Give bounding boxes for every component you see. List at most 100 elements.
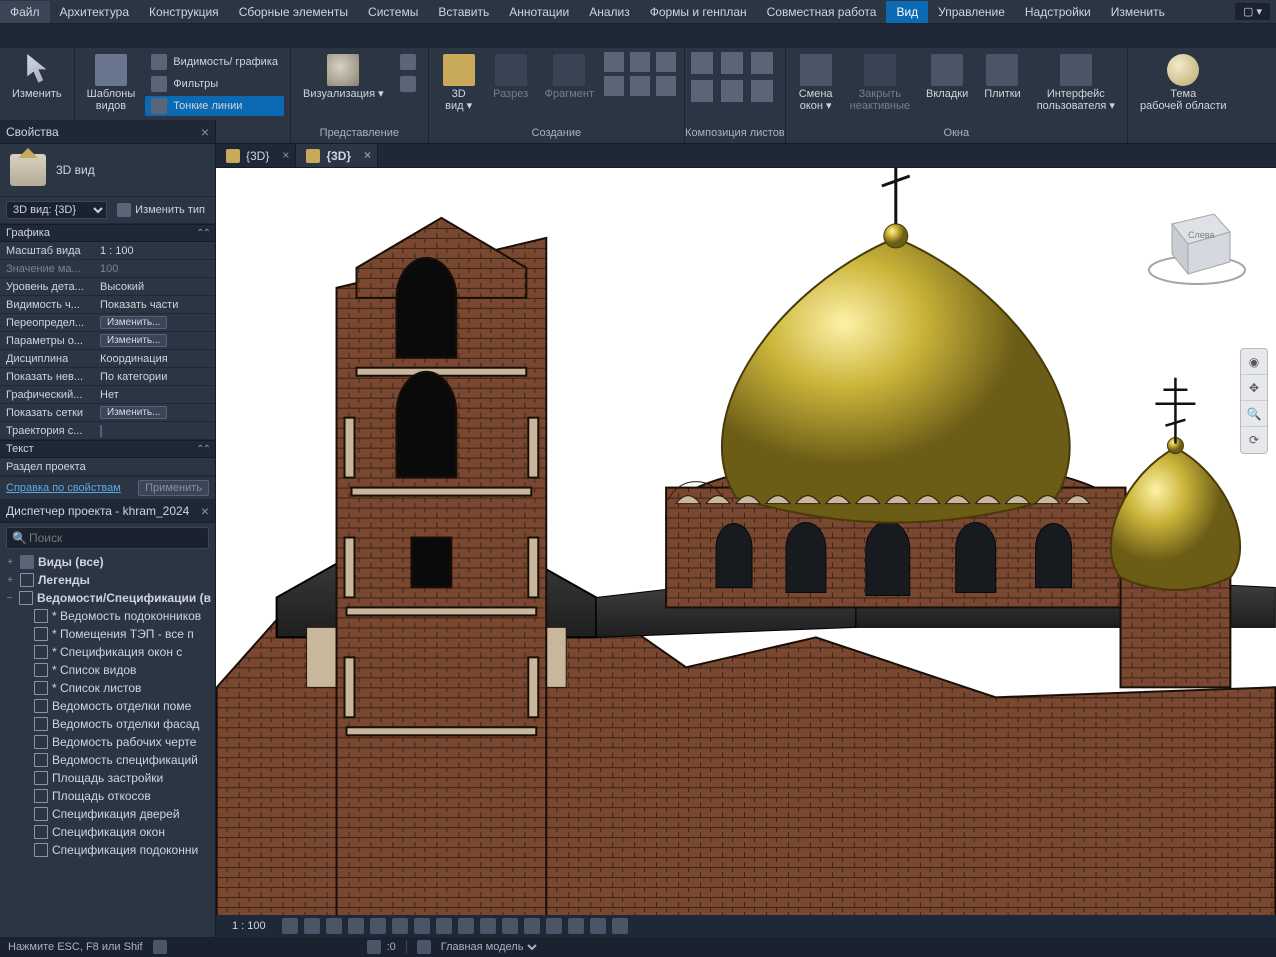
prop-row[interactable]: Видимость ч...Показать части — [0, 296, 215, 314]
prop-row[interactable]: Графический...Нет — [0, 386, 215, 404]
tree-node[interactable]: −Ведомости/Спецификации (в — [0, 589, 215, 607]
ui-button[interactable]: Интерфейс пользователя ▾ — [1031, 52, 1121, 114]
tree-node[interactable]: +Виды (все) — [0, 553, 215, 571]
main-model-select[interactable]: Главная модель — [437, 940, 540, 954]
duplicate-icon[interactable] — [630, 76, 650, 96]
full-nav-wheel-button[interactable]: ◉ — [1241, 349, 1267, 375]
orbit-button[interactable]: ⟳ — [1241, 427, 1267, 453]
close-browser-button[interactable]: × — [201, 503, 209, 519]
tile-button[interactable]: Плитки — [978, 52, 1026, 102]
viewref-icon[interactable] — [751, 80, 773, 102]
analytic-icon[interactable] — [524, 918, 540, 934]
tree-node[interactable]: * Помещения ТЭП - все п — [0, 625, 215, 643]
prop-row[interactable]: Показать нев...По категории — [0, 368, 215, 386]
render-gallery-button[interactable] — [394, 74, 422, 94]
menu-совместная работа[interactable]: Совместная работа — [757, 1, 887, 23]
close-tab-button[interactable]: × — [282, 148, 289, 162]
matchline-icon[interactable] — [721, 80, 743, 102]
view-tab[interactable]: {3D}× — [216, 144, 296, 167]
hide-icon[interactable] — [436, 918, 452, 934]
menu-формы и генплан[interactable]: Формы и генплан — [640, 1, 757, 23]
menu-вставить[interactable]: Вставить — [428, 1, 499, 23]
v1-icon[interactable] — [568, 918, 584, 934]
elevation-icon[interactable] — [630, 52, 650, 72]
sun-icon[interactable] — [326, 918, 342, 934]
3d-view-button[interactable]: 3D вид ▾ — [435, 52, 483, 114]
close-tab-button[interactable]: × — [364, 148, 371, 162]
v2-icon[interactable] — [590, 918, 606, 934]
theme-button[interactable]: Тема рабочей области — [1134, 52, 1233, 114]
tree-node[interactable]: * Спецификация окон с — [0, 643, 215, 661]
apply-button[interactable]: Применить — [138, 480, 209, 496]
tabs-button[interactable]: Вкладки — [920, 52, 974, 102]
visibility-graphics-button[interactable]: Видимость/ графика — [145, 52, 284, 72]
reveal-icon[interactable] — [458, 918, 474, 934]
prop-checkbox[interactable] — [100, 425, 102, 437]
guide-grid-icon[interactable] — [691, 80, 713, 102]
tree-node[interactable]: Спецификация подоконни — [0, 841, 215, 859]
prop-row[interactable]: Масштаб вида1 : 100 — [0, 242, 215, 260]
prop-row[interactable]: ДисциплинаКоординация — [0, 350, 215, 368]
expand-toggle[interactable]: + — [4, 557, 16, 568]
status-icon-1[interactable] — [153, 940, 167, 954]
prop-category[interactable]: Графика⌃⌃ — [0, 224, 215, 242]
crop-icon[interactable] — [392, 918, 408, 934]
menu-архитектура[interactable]: Архитектура — [50, 1, 140, 23]
view-cube[interactable]: Слева — [1142, 188, 1252, 298]
prop-row[interactable]: Переопредел...Изменить... — [0, 314, 215, 332]
view-templates-button[interactable]: Шаблоны видов — [81, 52, 142, 114]
menu-вид[interactable]: Вид — [886, 1, 928, 23]
viewport-3d[interactable]: Слева ◉ ✥ 🔍 ⟳ 1 : 100 — [216, 168, 1276, 937]
cropvis-icon[interactable] — [414, 918, 430, 934]
sheet-icon[interactable] — [691, 52, 713, 74]
pan-button[interactable]: ✥ — [1241, 375, 1267, 401]
menu-управление[interactable]: Управление — [928, 1, 1015, 23]
render-icon[interactable] — [370, 918, 386, 934]
overflow-menu[interactable]: ▢ ▾ — [1235, 3, 1270, 20]
tree-node[interactable]: * Список видов — [0, 661, 215, 679]
titleblock-icon[interactable] — [721, 52, 743, 74]
shadow-icon[interactable] — [348, 918, 364, 934]
menu-сборные элементы[interactable]: Сборные элементы — [229, 1, 358, 23]
style-icon[interactable] — [304, 918, 320, 934]
plan-view-icon[interactable] — [604, 52, 624, 72]
tree-node[interactable]: Ведомость отделки фасад — [0, 715, 215, 733]
prop-row[interactable]: Траектория с... — [0, 422, 215, 440]
prop-row[interactable]: Значение ма...100 — [0, 260, 215, 278]
menu-надстройки[interactable]: Надстройки — [1015, 1, 1101, 23]
tree-node[interactable]: Площадь откосов — [0, 787, 215, 805]
expand-toggle[interactable]: + — [4, 575, 16, 586]
prop-row[interactable]: Показать сеткиИзменить... — [0, 404, 215, 422]
revision-icon[interactable] — [751, 52, 773, 74]
menu-конструкция[interactable]: Конструкция — [139, 1, 229, 23]
tree-node[interactable]: Спецификация окон — [0, 823, 215, 841]
filters-button[interactable]: Фильтры — [145, 74, 284, 94]
edit-type-button[interactable]: Изменить тип — [113, 201, 209, 219]
switch-windows-button[interactable]: Смена окон ▾ — [792, 52, 840, 114]
prop-row[interactable]: Уровень дета...Высокий — [0, 278, 215, 296]
search-input[interactable] — [6, 527, 209, 549]
render-button[interactable]: Визуализация ▾ — [297, 52, 390, 102]
prop-edit-button[interactable]: Изменить... — [100, 334, 167, 347]
tree-node[interactable]: * Ведомость подоконников — [0, 607, 215, 625]
type-selector[interactable]: 3D вид — [0, 144, 215, 196]
prop-edit-button[interactable]: Изменить... — [100, 316, 167, 329]
prop-row[interactable]: Параметры о...Изменить... — [0, 332, 215, 350]
tree-node[interactable]: Площадь застройки — [0, 769, 215, 787]
menu-файл[interactable]: Файл — [0, 1, 50, 23]
properties-help-link[interactable]: Справка по свойствам — [6, 482, 121, 494]
view-tab[interactable]: {3D}× — [296, 144, 378, 167]
tree-node[interactable]: +Легенды — [0, 571, 215, 589]
thin-lines-button[interactable]: Тонкие линии — [145, 96, 284, 116]
tree-node[interactable]: Ведомость отделки поме — [0, 697, 215, 715]
workset-icon[interactable] — [480, 918, 496, 934]
scope-box-icon[interactable] — [656, 76, 676, 96]
menu-изменить[interactable]: Изменить — [1101, 1, 1175, 23]
tree-node[interactable]: Ведомость рабочих черте — [0, 733, 215, 751]
tree-node[interactable]: * Список листов — [0, 679, 215, 697]
menu-аннотации[interactable]: Аннотации — [499, 1, 579, 23]
detail-icon[interactable] — [282, 918, 298, 934]
render-cloud-button[interactable] — [394, 52, 422, 72]
tree-node[interactable]: Спецификация дверей — [0, 805, 215, 823]
workset-icon[interactable] — [417, 940, 431, 954]
